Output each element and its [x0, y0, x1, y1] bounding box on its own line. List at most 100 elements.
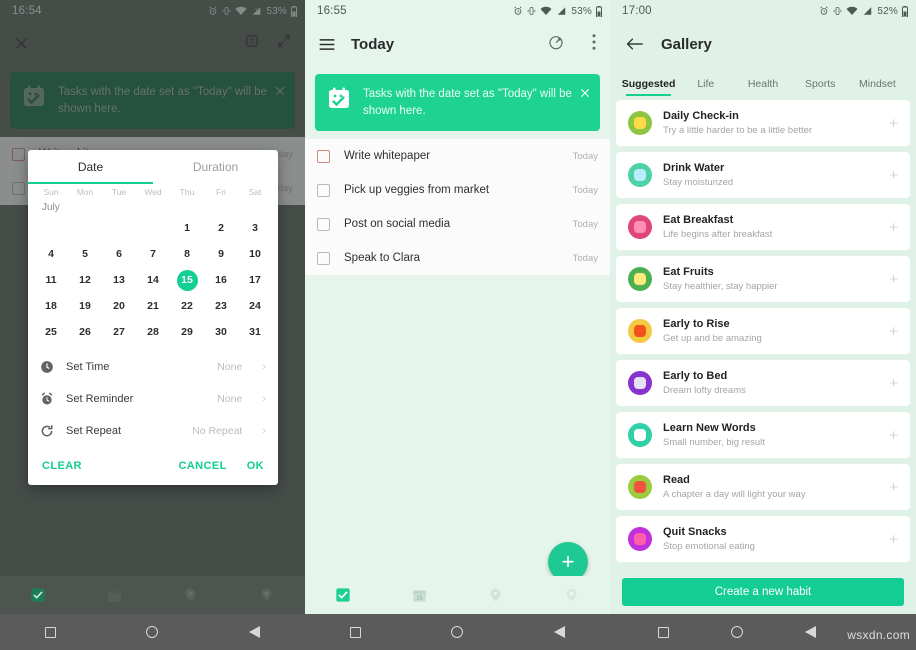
calendar-day[interactable]: 7 — [136, 241, 170, 267]
calendar-day[interactable]: 11 — [34, 267, 68, 293]
timer-icon[interactable] — [548, 34, 564, 55]
list-item[interactable]: Learn New Words Small number, big result + — [616, 412, 910, 458]
create-new-habit-button[interactable]: Create a new habit — [622, 578, 904, 606]
calendar-day[interactable]: 2 — [204, 215, 238, 241]
tab-tasks[interactable] — [329, 582, 357, 608]
ok-button[interactable]: OK — [247, 460, 264, 472]
calendar-day[interactable]: 21 — [136, 293, 170, 319]
list-item[interactable]: Drink Water Stay moisturized + — [616, 152, 910, 198]
tab-health[interactable]: Health — [734, 78, 791, 96]
table-row[interactable]: Pick up veggies from market Today — [305, 173, 610, 207]
option-set-reminder[interactable]: Set Reminder None › — [28, 383, 278, 415]
triangle-back-icon[interactable] — [805, 626, 816, 638]
back-arrow-icon[interactable] — [626, 37, 643, 51]
calendar-day-label: 28 — [147, 326, 159, 338]
calendar-day[interactable]: 10 — [238, 241, 272, 267]
calendar-day[interactable]: 13 — [102, 267, 136, 293]
circle-icon[interactable] — [731, 626, 743, 638]
plus-icon[interactable]: + — [889, 167, 898, 184]
task-checkbox[interactable] — [317, 149, 330, 163]
calendar-day[interactable]: 12 — [68, 267, 102, 293]
tab-duration[interactable]: Duration — [153, 150, 278, 184]
calendar-day[interactable]: 16 — [204, 267, 238, 293]
calendar-day[interactable]: 20 — [102, 293, 136, 319]
calendar-day[interactable]: 19 — [68, 293, 102, 319]
task-checkbox[interactable] — [317, 217, 330, 231]
plus-icon[interactable]: + — [889, 115, 898, 132]
hamburger-menu-icon[interactable] — [319, 38, 335, 51]
tab-calendar[interactable] — [100, 582, 128, 608]
circle-icon[interactable] — [451, 626, 464, 638]
calendar-day[interactable]: 22 — [170, 293, 204, 319]
calendar-day[interactable]: 28 — [136, 319, 170, 345]
calendar-day[interactable]: 25 — [34, 319, 68, 345]
tab-calendar[interactable]: 15 — [405, 582, 433, 608]
plus-icon[interactable]: + — [889, 375, 898, 392]
circle-icon[interactable] — [146, 626, 159, 638]
triangle-back-icon[interactable] — [553, 626, 565, 638]
tab-suggested[interactable]: Suggested — [620, 78, 677, 96]
tab-pomodoro[interactable] — [177, 582, 205, 608]
more-vertical-icon[interactable] — [592, 33, 596, 55]
option-set-repeat[interactable]: Set Repeat No Repeat › — [28, 415, 278, 447]
list-item[interactable]: Daily Check-in Try a little harder to be … — [616, 100, 910, 146]
list-item[interactable]: Early to Bed Dream lofty dreams + — [616, 360, 910, 406]
calendar-day[interactable]: 23 — [204, 293, 238, 319]
task-checkbox[interactable] — [317, 183, 330, 197]
table-row[interactable]: Speak to Clara Today — [305, 241, 610, 275]
square-icon[interactable] — [350, 626, 362, 638]
wifi-icon — [540, 6, 552, 15]
plus-icon[interactable]: + — [889, 531, 898, 548]
triangle-back-icon[interactable] — [248, 626, 260, 638]
plus-icon[interactable]: + — [889, 271, 898, 288]
banner-close-icon[interactable] — [580, 85, 590, 103]
calendar-grid[interactable]: 1 2 3 4 5 6 7 8 9 10 11 12 13 14 15 16 17 18 19 20 21 22 23 24 2… — [28, 215, 278, 351]
plus-icon[interactable]: + — [889, 479, 898, 496]
calendar-day[interactable]: 24 — [238, 293, 272, 319]
tab-life[interactable]: Life — [677, 78, 734, 96]
tab-profile[interactable] — [253, 582, 281, 608]
calendar-day[interactable]: 14 — [136, 267, 170, 293]
habit-subtitle: Stay moisturized — [663, 176, 734, 188]
calendar-day[interactable]: 31 — [238, 319, 272, 345]
tab-sports[interactable]: Sports — [792, 78, 849, 96]
calendar-day[interactable]: 3 — [238, 215, 272, 241]
calendar-day[interactable]: 26 — [68, 319, 102, 345]
list-item[interactable]: Quit Snacks Stop emotional eating + — [616, 516, 910, 562]
tab-mindset[interactable]: Mindset — [849, 78, 906, 96]
plus-icon[interactable]: + — [889, 323, 898, 340]
square-icon[interactable] — [658, 626, 669, 638]
table-row[interactable]: Post on social media Today — [305, 207, 610, 241]
calendar-day[interactable]: 6 — [102, 241, 136, 267]
tab-pomodoro[interactable] — [482, 582, 510, 608]
option-set-time[interactable]: Set Time None › — [28, 351, 278, 383]
tab-profile[interactable] — [558, 582, 586, 608]
task-checkbox[interactable] — [317, 251, 330, 265]
list-item[interactable]: Read A chapter a day will light your way + — [616, 464, 910, 510]
calendar-day[interactable]: 1 — [170, 215, 204, 241]
calendar-day[interactable]: 8 — [170, 241, 204, 267]
clear-button[interactable]: CLEAR — [42, 460, 82, 472]
list-item[interactable]: Early to Rise Get up and be amazing + — [616, 308, 910, 354]
status-bar-2: 16:55 53% — [305, 0, 610, 22]
tab-date[interactable]: Date — [28, 150, 153, 184]
cancel-button[interactable]: CANCEL — [178, 460, 226, 472]
square-icon[interactable] — [45, 626, 57, 638]
plus-icon[interactable]: + — [889, 219, 898, 236]
tab-tasks[interactable] — [24, 582, 52, 608]
calendar-day[interactable]: 30 — [204, 319, 238, 345]
calendar-day[interactable]: 17 — [238, 267, 272, 293]
list-item[interactable]: Eat Breakfast Life begins after breakfast… — [616, 204, 910, 250]
calendar-day[interactable]: 27 — [102, 319, 136, 345]
table-row[interactable]: Write whitepaper Today — [305, 139, 610, 173]
calendar-day[interactable]: 18 — [34, 293, 68, 319]
calendar-day[interactable]: 5 — [68, 241, 102, 267]
calendar-day[interactable]: 15 — [170, 267, 204, 293]
habit-subtitle: Stop emotional eating — [663, 540, 755, 552]
calendar-day[interactable]: 9 — [204, 241, 238, 267]
calendar-day[interactable]: 4 — [34, 241, 68, 267]
list-item[interactable]: Eat Fruits Stay healthier, stay happier + — [616, 256, 910, 302]
plus-icon[interactable]: + — [889, 427, 898, 444]
dow-fri: Fri — [216, 187, 226, 197]
calendar-day[interactable]: 29 — [170, 319, 204, 345]
